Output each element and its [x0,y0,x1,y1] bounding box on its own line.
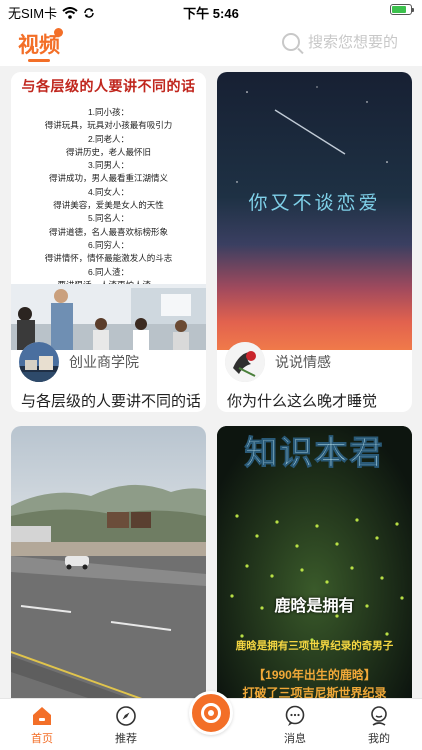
video-thumbnail[interactable]: 知识本君 鹿晗是拥有 鹿晗是拥有三项世界纪录的奇男子 【1990年出生的鹿晗】 … [217,426,412,698]
status-bar: 无SIM卡 下午 5:46 [0,0,422,22]
author-avatar[interactable] [225,342,265,382]
author-avatar[interactable] [19,342,59,382]
home-icon [31,705,53,727]
thumbnail-overlay-text: 你又不谈恋爱 [248,192,381,214]
text-line: 得讲历史，老人最怀旧 [65,146,151,157]
bottom-tab-bar: 首页 推荐 消息 我的 [0,691,422,750]
author-row[interactable]: 说说情感 [225,342,331,382]
message-icon [284,705,306,727]
tab-messages[interactable]: 消息 [265,705,325,746]
tab-label: 消息 [284,733,306,745]
office-photo [11,284,206,350]
race-track-image [11,426,206,698]
battery-fill [392,6,406,13]
top-header: 视频 搜索您想要的 [0,22,422,66]
author-name: 说说情感 [275,354,331,370]
text-line: 5.同名人： [87,213,130,224]
center-record-button[interactable] [189,691,233,735]
thumbnail-line-1: 鹿晗是拥有三项世界纪录的奇男子 [235,640,394,652]
text-line: 1.同小孩： [87,107,130,117]
search-icon [282,32,300,51]
text-line: 得讲玩具，玩具对小孩最有吸引力 [44,120,173,131]
compass-icon [115,705,137,727]
text-line: 得讲美容，爱美是女人的天性 [53,200,164,211]
tab-label: 推荐 [115,733,137,745]
text-line: 6.同人渣： [87,266,130,277]
tab-profile[interactable]: 我的 [349,705,409,746]
thumbnail-title: 与各层级的人要讲不同的话 [21,79,196,95]
text-line: 得讲成功，男人最看重江湖情义 [48,173,168,184]
tab-label: 首页 [31,733,53,745]
thumbnail-title: 知识本君 [244,434,385,472]
text-line: 3.同男人： [87,160,130,171]
video-title[interactable]: 与各层级的人要讲不同的话 [21,390,200,411]
video-thumbnail[interactable]: 与各层级的人要讲不同的话 1.同小孩： 得讲玩具，玩具对小孩最有吸引力 2.同老… [11,72,206,350]
video-card[interactable] [11,426,206,698]
title-badge-dot [54,28,63,37]
thumbnail-line-3: 打破了三项吉尼斯世界纪录 [242,686,387,698]
video-card[interactable]: 你又不谈恋爱 说说情感 你为什么这么晚才睡觉 [217,72,412,412]
tab-home[interactable]: 首页 [12,705,72,746]
search-placeholder: 搜索您想要的 [308,34,399,51]
text-line: 6.同穷人： [87,239,130,250]
title-underline [28,59,50,62]
author-name: 创业商学院 [69,354,139,370]
thumbnail-line-2: 【1990年出生的鹿晗】 [253,668,376,682]
video-title[interactable]: 你为什么这么晚才睡觉 [227,390,406,411]
video-thumbnail[interactable] [11,426,206,698]
status-right [390,4,414,15]
author-row[interactable]: 创业商学院 [19,342,139,382]
text-line: 2.同老人： [87,133,130,144]
video-feed[interactable]: 与各层级的人要讲不同的话 1.同小孩： 得讲玩具，玩具对小孩最有吸引力 2.同老… [0,66,422,698]
text-line: 4.同女人： [87,186,130,197]
video-thumbnail[interactable]: 你又不谈恋爱 [217,72,412,350]
video-card[interactable]: 与各层级的人要讲不同的话 1.同小孩： 得讲玩具，玩具对小孩最有吸引力 2.同老… [11,72,206,412]
text-line: 得讲情怀，情怀最能激发人的斗志 [44,253,173,264]
tab-label: 我的 [368,733,390,745]
thumbnail-text-lines: 1.同小孩： 得讲玩具，玩具对小孩最有吸引力 2.同老人： 得讲历史，老人最怀旧… [11,106,206,292]
profile-icon [368,705,390,727]
video-card[interactable]: 知识本君 鹿晗是拥有 鹿晗是拥有三项世界纪录的奇男子 【1990年出生的鹿晗】 … [217,426,412,698]
battery-icon [390,4,414,15]
search-bar[interactable]: 搜索您想要的 [282,31,398,52]
center-record-dot [208,710,214,716]
text-line: 得讲道德，名人最喜欢标榜形象 [48,226,168,237]
tab-recommend[interactable]: 推荐 [96,705,156,746]
status-time: 下午 5:46 [183,6,239,21]
thumbnail-subtitle: 鹿晗是拥有 [274,598,355,615]
